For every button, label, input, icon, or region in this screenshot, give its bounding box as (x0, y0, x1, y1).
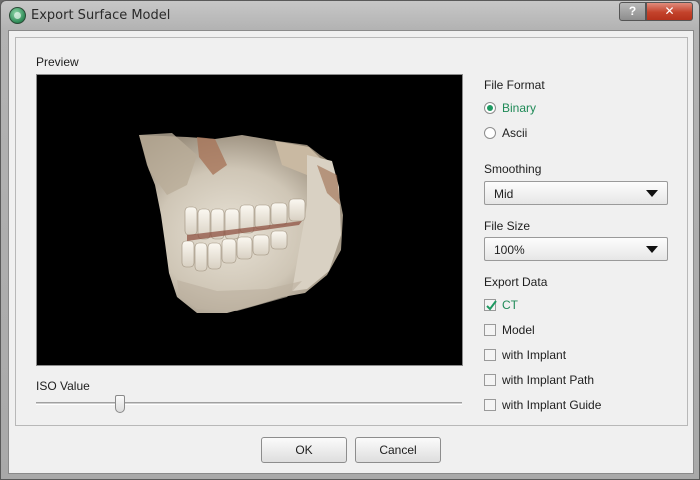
window-title: Export Surface Model (31, 8, 171, 23)
checkbox-label-with-implant-path: with Implant Path (502, 373, 595, 387)
smoothing-value: Mid (494, 187, 514, 201)
export-surface-model-dialog: Export Surface Model ? ✕ Preview ISO Val… (0, 0, 700, 480)
radio-button-ascii[interactable] (484, 127, 496, 139)
ok-button[interactable]: OK (261, 437, 347, 463)
checkbox-label-with-implant-guide: with Implant Guide (502, 398, 602, 412)
smoothing-dropdown[interactable]: Mid (484, 181, 668, 205)
chevron-down-icon (646, 246, 658, 253)
preview-label: Preview (36, 55, 79, 69)
file-format-label: File Format (484, 78, 545, 92)
checkbox-box-with-implant[interactable] (484, 349, 496, 361)
help-button[interactable]: ? (619, 2, 646, 21)
close-button[interactable]: ✕ (646, 2, 693, 21)
chevron-down-icon (646, 190, 658, 197)
checkbox-box-model[interactable] (484, 324, 496, 336)
app-logo-icon (9, 7, 26, 24)
iso-value-label: ISO Value (36, 379, 90, 393)
jaw-3d-render (139, 133, 343, 313)
checkbox-box-with-implant-path[interactable] (484, 374, 496, 386)
iso-value-slider-track[interactable] (36, 402, 462, 405)
checkbox-label-model: Model (502, 323, 535, 337)
file-size-value: 100% (494, 243, 525, 257)
file-size-label: File Size (484, 219, 531, 233)
radio-label-binary: Binary (502, 101, 537, 115)
checkbox-box-ct[interactable] (484, 299, 497, 311)
checkbox-box-with-implant-guide[interactable] (484, 399, 496, 411)
iso-value-slider-handle[interactable] (115, 395, 126, 413)
cancel-button[interactable]: Cancel (355, 437, 441, 463)
title-bar[interactable]: Export Surface Model ? ✕ (1, 1, 700, 31)
checkbox-label-ct: CT (502, 298, 518, 312)
checkmark-icon (486, 300, 497, 311)
radio-label-ascii: Ascii (502, 126, 528, 140)
export-data-label: Export Data (484, 275, 548, 289)
options-group: Preview ISO Value File Format Binary Asc… (15, 37, 688, 426)
checkbox-label-with-implant: with Implant (502, 348, 567, 362)
file-size-dropdown[interactable]: 100% (484, 237, 668, 261)
dialog-body: Preview ISO Value File Format Binary Asc… (8, 30, 694, 474)
smoothing-label: Smoothing (484, 162, 542, 176)
radio-button-binary[interactable] (484, 102, 496, 114)
surface-preview-viewport[interactable] (36, 74, 463, 366)
